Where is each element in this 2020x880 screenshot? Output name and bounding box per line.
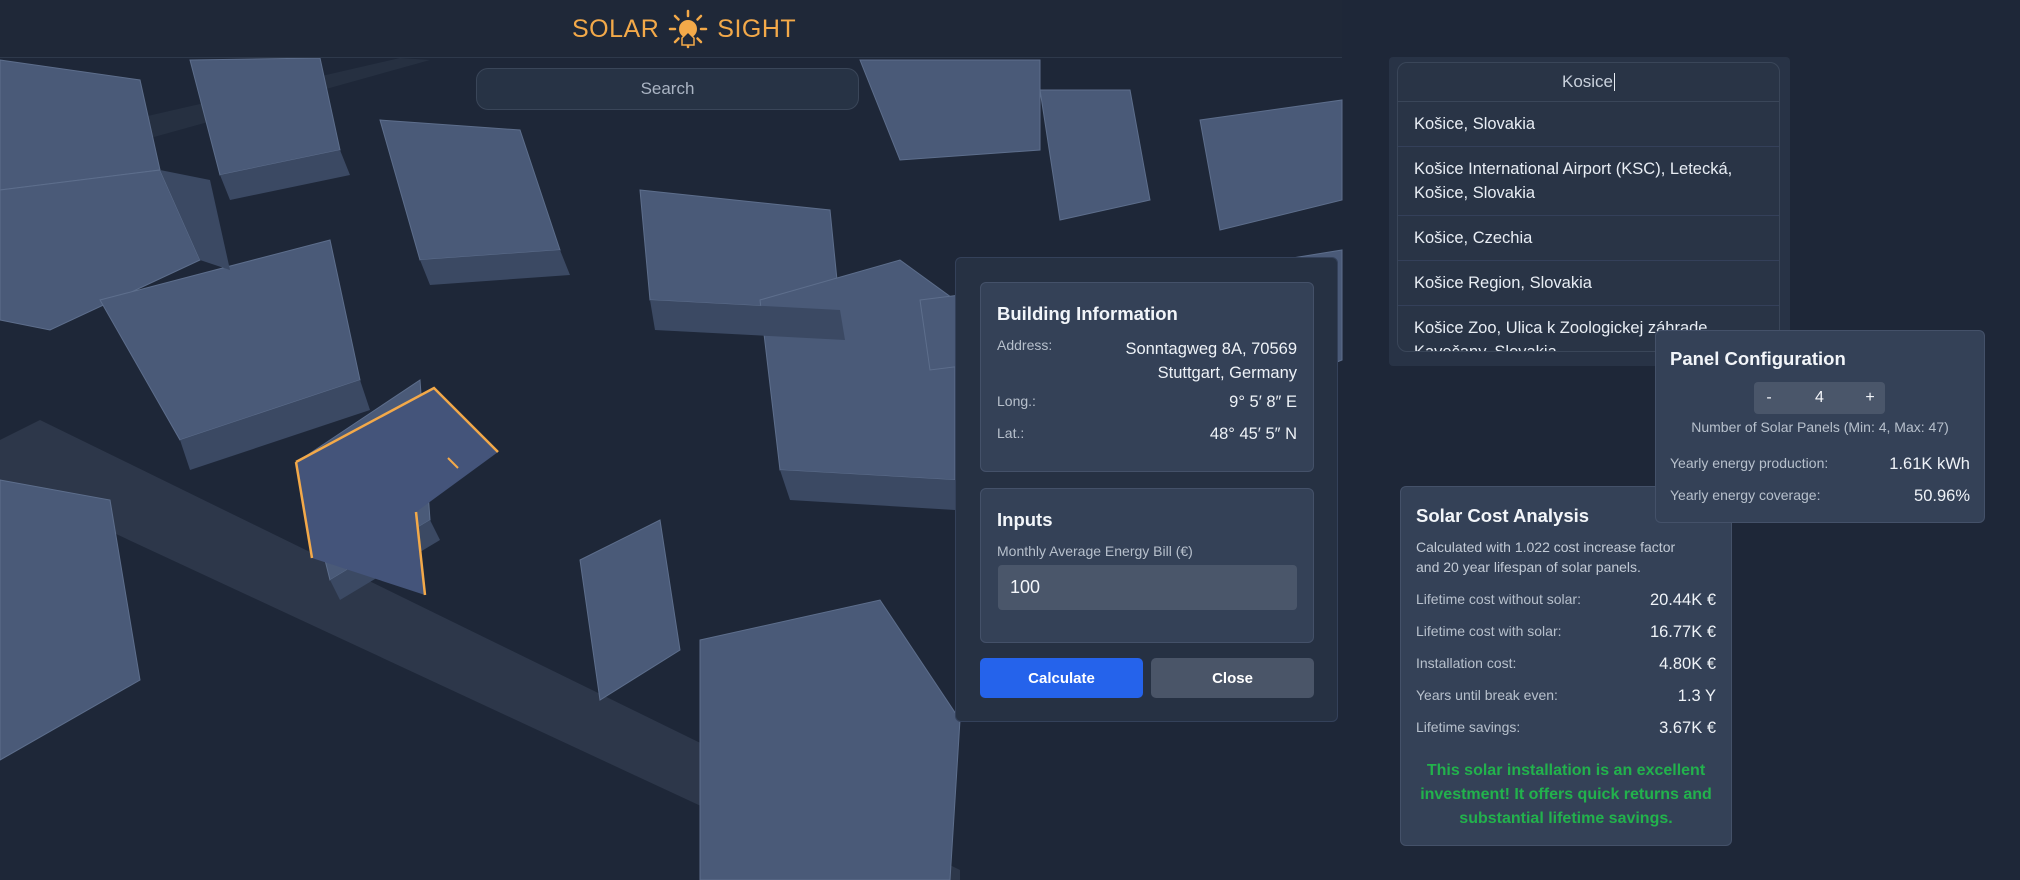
production-row: Yearly energy production: 1.61K kWh [1670, 455, 1970, 474]
address-label: Address: [997, 337, 1053, 353]
cost-row-label: Installation cost: [1416, 655, 1517, 671]
cost-row-label: Lifetime cost without solar: [1416, 591, 1581, 607]
cost-row-value: 20.44K € [1649, 591, 1716, 609]
search-result[interactable]: Košice, Czechia [1398, 216, 1779, 261]
cost-row: Years until break even: 1.3 Y [1416, 687, 1716, 706]
verdict-line-2: investment! It offers quick returns and [1420, 786, 1712, 803]
close-button[interactable]: Close [1151, 658, 1314, 698]
increment-button[interactable]: + [1855, 382, 1885, 414]
location-search-dropdown: Kosice Košice, Slovakia Košice Internati… [1397, 62, 1780, 352]
building-panel: Building Information Address: Sonntagweg… [955, 257, 1338, 722]
inputs-card: Inputs Monthly Average Energy Bill (€) 1… [980, 488, 1314, 643]
cost-analysis-title: Solar Cost Analysis [1416, 505, 1590, 526]
location-search-value: Kosice [1561, 72, 1614, 91]
longitude-value: 9° 5′ 8″ E [1229, 393, 1297, 411]
cost-analysis-card: Solar Cost Analysis Calculated with 1.02… [1400, 486, 1732, 846]
cost-row-label: Lifetime cost with solar: [1416, 623, 1562, 639]
cost-row: Lifetime savings: 3.67K € [1416, 719, 1716, 738]
cost-row: Lifetime cost without solar: 20.44K € [1416, 591, 1716, 610]
building-info-title: Building Information [997, 303, 1178, 324]
panel-config-title: Panel Configuration [1670, 348, 1846, 369]
app-logo[interactable]: SOLAR SIGHT [572, 8, 796, 50]
location-search-input[interactable]: Kosice [1398, 63, 1779, 102]
investment-verdict: This solar installation is an excellent … [1411, 759, 1721, 831]
cost-row-value: 4.80K € [1659, 655, 1716, 673]
cost-row-label: Lifetime savings: [1416, 719, 1521, 735]
cost-row: Lifetime cost with solar: 16.77K € [1416, 623, 1716, 642]
production-value: 1.61K kWh [1889, 455, 1970, 473]
map-search-input[interactable]: Search [476, 68, 859, 110]
latitude-label: Lat.: [997, 425, 1025, 441]
logo-text-right: SIGHT [717, 14, 797, 43]
decrement-button[interactable]: - [1754, 382, 1784, 414]
map-search-placeholder: Search [640, 79, 695, 98]
note-line-1: Calculated with 1.022 cost increase fact… [1416, 539, 1676, 555]
building-info-card: Building Information Address: Sonntagweg… [980, 282, 1314, 472]
production-label: Yearly energy production: [1670, 455, 1829, 471]
cost-row-value: 1.3 Y [1677, 687, 1716, 705]
text-caret [1614, 73, 1616, 91]
cost-row: Installation cost: 4.80K € [1416, 655, 1716, 674]
panel-count-hint: Number of Solar Panels (Min: 4, Max: 47) [1691, 419, 1949, 435]
sun-house-icon [669, 9, 708, 49]
cost-row-label: Years until break even: [1416, 687, 1558, 703]
address-line-2: Stuttgart, Germany [1157, 364, 1297, 382]
search-result[interactable]: Košice Region, Slovakia [1398, 261, 1779, 306]
latitude-value: 48° 45′ 5″ N [1209, 425, 1297, 443]
panel-count-value[interactable]: 4 [1784, 382, 1855, 414]
energy-bill-input[interactable]: 100 [998, 565, 1297, 610]
energy-bill-label: Monthly Average Energy Bill (€) [997, 543, 1193, 559]
panel-count-stepper: - 4 + [1754, 382, 1885, 414]
coverage-value: 50.96% [1914, 487, 1970, 505]
address-line-1: Sonntagweg 8A, 70569 [1125, 340, 1297, 358]
calculate-button[interactable]: Calculate [980, 658, 1143, 698]
cost-row-value: 3.67K € [1659, 719, 1716, 737]
search-result[interactable]: Košice, Slovakia [1398, 102, 1779, 147]
longitude-label: Long.: [997, 393, 1036, 409]
coverage-row: Yearly energy coverage: 50.96% [1670, 487, 1970, 506]
logo-text-left: SOLAR [572, 14, 660, 43]
cost-row-value: 16.77K € [1649, 623, 1716, 641]
panel-config-card: Panel Configuration - 4 + Number of Sola… [1655, 330, 1985, 523]
verdict-line-3: substantial lifetime savings. [1459, 810, 1673, 827]
cost-analysis-note: Calculated with 1.022 cost increase fact… [1416, 537, 1675, 577]
search-result[interactable]: Košice International Airport (KSC), Lete… [1398, 147, 1779, 216]
inputs-title: Inputs [997, 509, 1053, 530]
verdict-line-1: This solar installation is an excellent [1426, 762, 1706, 779]
coverage-label: Yearly energy coverage: [1670, 487, 1821, 503]
note-line-2: and 20 year lifespan of solar panels. [1416, 559, 1641, 575]
top-bar: SOLAR SIGHT [0, 0, 1342, 58]
